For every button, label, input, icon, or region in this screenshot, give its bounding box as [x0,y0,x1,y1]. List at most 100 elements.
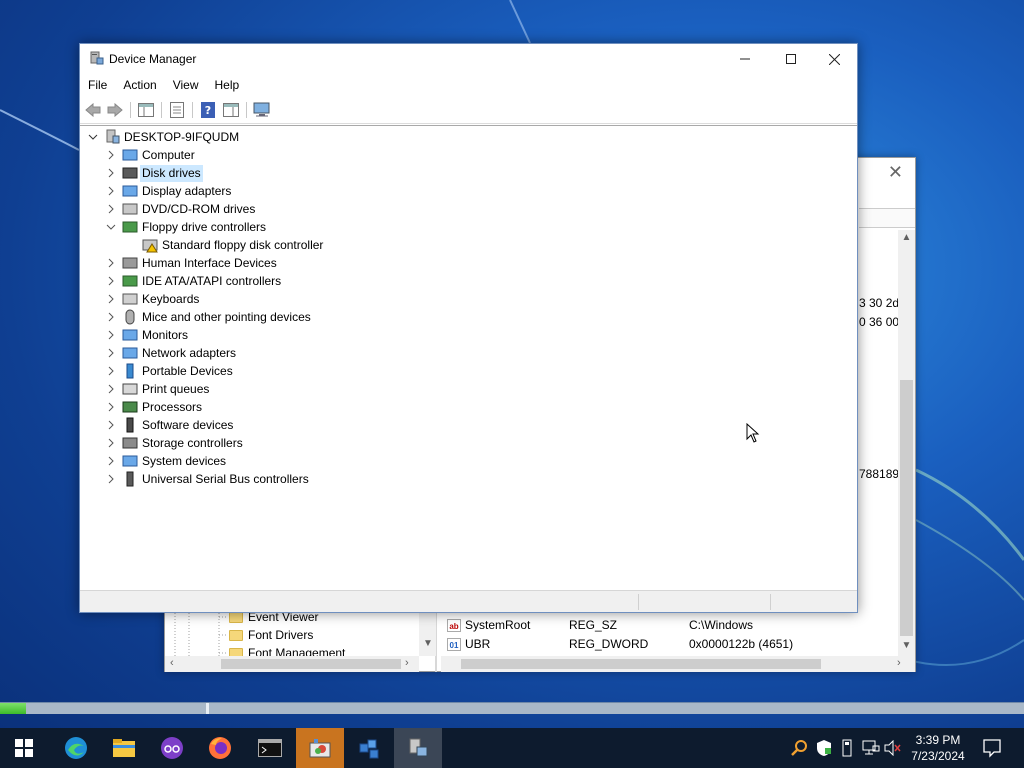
chevron-right-icon[interactable] [106,294,116,304]
network-icon[interactable] [862,740,880,756]
chevron-right-icon[interactable] [106,150,116,160]
chevron-right-icon[interactable] [106,186,116,196]
chevron-right-icon[interactable] [106,384,116,394]
scan-hardware-icon [253,102,270,117]
device-manager-window[interactable]: Device Manager File Action View Help ? D… [79,43,858,613]
tree-category-item[interactable]: Display adapters [80,182,857,200]
scan-hardware-button[interactable] [253,101,271,119]
chevron-right-icon[interactable] [106,420,116,430]
hid-icon [122,257,138,269]
menu-file[interactable]: File [80,78,115,92]
chevron-right-icon[interactable] [106,330,116,340]
tree-category-item[interactable]: Universal Serial Bus controllers [80,470,857,488]
usb-device-icon[interactable] [840,739,854,757]
chevron-right-icon[interactable] [106,204,116,214]
firefox-icon [209,737,231,759]
registry-value-row[interactable]: 01 UBR REG_DWORD 0x0000122b (4651) [441,635,897,653]
scroll-right-icon[interactable]: › [897,657,901,669]
registry-value-row[interactable]: ab SystemRoot REG_SZ C:\Windows [441,616,897,634]
toolbar-separator [130,102,131,118]
tree-category-item[interactable]: Network adapters [80,344,857,362]
properties-button[interactable] [168,101,186,119]
console-tree-icon [138,103,154,117]
maximize-button[interactable] [768,44,814,74]
close-button[interactable] [811,44,857,74]
notification-center-icon[interactable] [980,736,1004,760]
taskbar-registry-editor[interactable] [346,728,394,768]
toolbar-separator [161,102,162,118]
minimize-button[interactable] [722,44,768,74]
start-icon [15,739,33,757]
tree-category-item[interactable]: Print queues [80,380,857,398]
scroll-down-icon[interactable]: ▼ [423,638,433,649]
tree-category-item[interactable]: Disk drives [80,164,857,182]
tree-category-item[interactable]: IDE ATA/ATAPI controllers [80,272,857,290]
registry-values-vscroll[interactable]: ▲ ▼ [898,230,915,656]
clock[interactable]: 3:39 PM 7/23/2024 [902,732,974,764]
taskbar-edge[interactable] [52,728,100,768]
tree-category-item[interactable]: Human Interface Devices [80,254,857,272]
taskbar-terminal[interactable] [246,728,294,768]
scroll-up-icon[interactable]: ▲ [898,232,915,243]
scroll-left-icon[interactable]: ‹ [170,657,174,669]
scroll-thumb[interactable] [221,659,401,669]
tree-item-label: Floppy drive controllers [142,219,267,234]
registry-values-hscroll[interactable]: › [441,656,915,672]
registry-tree-vscroll[interactable]: ▼ [419,610,436,656]
tree-category-item[interactable]: Portable Devices [80,362,857,380]
chevron-right-icon[interactable] [106,168,116,178]
menu-help[interactable]: Help [207,78,248,92]
tree-category-item[interactable]: Computer [80,146,857,164]
chevron-down-icon[interactable] [106,222,116,232]
taskbar-file-explorer[interactable] [100,728,148,768]
tree-category-item[interactable]: Keyboards [80,290,857,308]
chevron-right-icon[interactable] [106,366,116,376]
show-hide-console-tree-button[interactable] [137,101,155,119]
security-shield-icon[interactable] [815,739,833,757]
scroll-thumb[interactable] [461,659,821,669]
registry-close-icon[interactable]: ✕ [888,162,903,183]
system-device-icon [122,455,138,467]
taskbar-incognito-browser[interactable] [148,728,196,768]
menu-view[interactable]: View [165,78,207,92]
chevron-right-icon[interactable] [106,276,116,286]
chevron-right-icon[interactable] [106,456,116,466]
search-icon[interactable] [790,739,808,757]
chevron-right-icon[interactable] [106,348,116,358]
status-divider [770,594,771,610]
menu-action[interactable]: Action [115,78,164,92]
title-bar[interactable]: Device Manager [80,44,857,74]
tree-category-item[interactable]: Floppy drive controllers [80,218,857,236]
scroll-right-icon[interactable]: › [405,657,409,669]
tree-child-item[interactable]: Standard floppy disk controller [80,236,857,254]
tree-category-item[interactable]: System devices [80,452,857,470]
volume-muted-icon[interactable] [884,740,902,756]
forward-arrow-icon [107,103,123,117]
scroll-down-icon[interactable]: ▼ [898,640,915,651]
help-button[interactable]: ? [199,101,217,119]
tree-category-item[interactable]: Processors [80,398,857,416]
chevron-right-icon[interactable] [106,402,116,412]
scroll-thumb[interactable] [900,380,913,636]
chevron-right-icon[interactable] [106,258,116,268]
taskbar-device-manager[interactable] [394,728,442,768]
tree-root[interactable]: DESKTOP-9IFQUDM [80,128,857,146]
tree-category-item[interactable]: Mice and other pointing devices [80,308,857,326]
back-button[interactable] [84,101,102,119]
taskbar-firefox[interactable] [196,728,244,768]
taskbar-device-setup[interactable] [296,728,344,768]
registry-key-item[interactable]: Font Drivers [229,626,313,644]
registry-tree-hscroll[interactable]: ‹ › [165,656,419,672]
device-tree[interactable]: DESKTOP-9IFQUDM Computer Disk drives Displ… [80,125,857,589]
action-pane-button[interactable] [222,101,240,119]
forward-button[interactable] [106,101,124,119]
chevron-right-icon[interactable] [106,474,116,484]
tree-category-item[interactable]: Monitors [80,326,857,344]
tree-category-item[interactable]: Software devices [80,416,857,434]
start-button[interactable] [0,728,48,768]
tree-category-item[interactable]: DVD/CD-ROM drives [80,200,857,218]
tree-category-item[interactable]: Storage controllers [80,434,857,452]
chevron-down-icon[interactable] [88,132,98,142]
chevron-right-icon[interactable] [106,438,116,448]
chevron-right-icon[interactable] [106,312,116,322]
